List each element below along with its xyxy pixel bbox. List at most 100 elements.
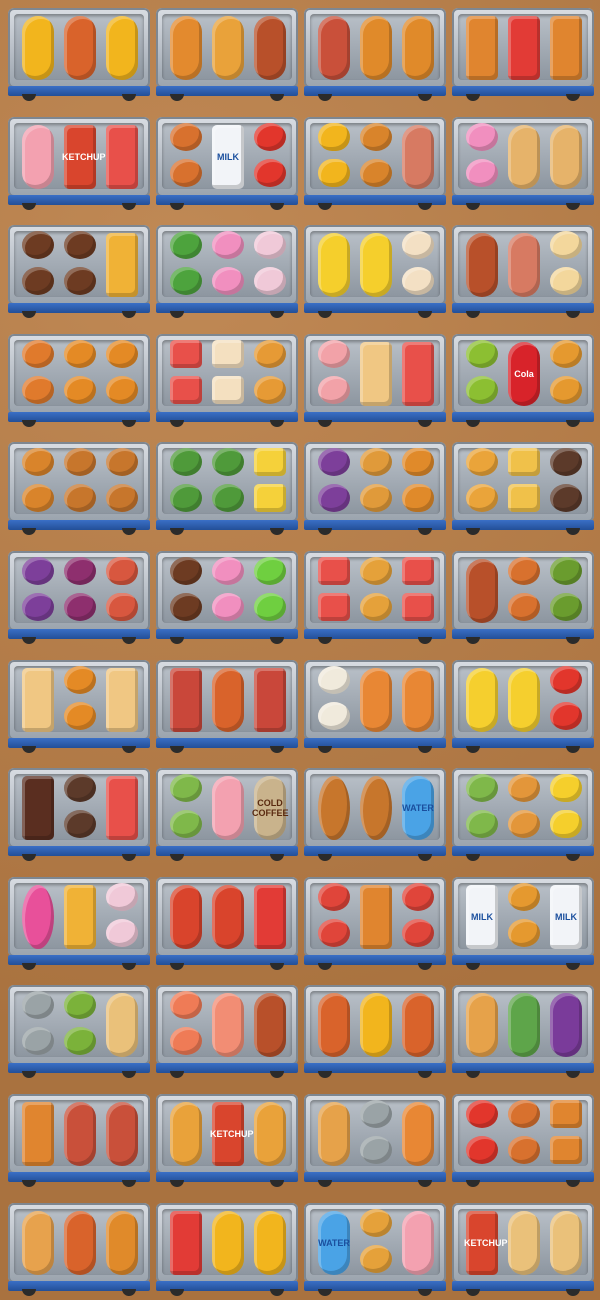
fries-icon[interactable] [358,991,394,1059]
ham-leg-icon[interactable] [400,123,436,191]
tray-slot[interactable] [250,338,290,410]
donut-icon[interactable] [464,121,500,153]
tray[interactable] [452,551,594,644]
tray-slot[interactable] [208,772,248,844]
tray-slot[interactable] [314,989,354,1061]
avocado-icon[interactable] [548,555,584,587]
grapes-icon[interactable] [20,591,56,623]
tray-slot[interactable] [314,555,354,627]
pizza-slice-icon[interactable] [62,883,98,951]
tray-slot[interactable]: MILK [208,121,248,193]
tray-slot[interactable] [18,1207,58,1279]
tray-slot[interactable] [18,446,58,518]
strawberry-cake-icon[interactable] [210,338,246,370]
oyster-icon[interactable] [20,1025,56,1057]
ice-cream-sundae-icon[interactable] [252,265,288,297]
sausage-icon[interactable] [252,991,288,1059]
tray[interactable] [304,116,446,210]
tray-slot[interactable] [18,121,58,193]
pasta-icon[interactable] [358,1207,394,1239]
broccoli-icon[interactable] [168,482,204,514]
fries-icon[interactable] [210,1209,246,1277]
tray-slot[interactable] [208,881,248,953]
tray-slot[interactable]: KETCHUP [60,121,106,193]
tray[interactable] [156,659,298,753]
tray-slot[interactable] [166,1207,206,1279]
juice-cup-icon[interactable] [400,555,436,587]
tray-slot[interactable] [398,1207,438,1279]
tray[interactable]: COLD COFFEE [156,768,298,862]
blueberry-cake-icon[interactable] [62,229,98,261]
tray-slot[interactable] [166,881,206,953]
tray-slot[interactable] [504,881,544,953]
octopus-icon[interactable] [104,591,140,623]
tray-slot[interactable] [102,229,142,301]
tray[interactable]: MILK MILK [452,876,594,970]
bacon-icon[interactable] [252,666,288,734]
tray-slot[interactable] [462,229,502,301]
tray-slot[interactable] [504,121,544,193]
jam-toast-icon[interactable] [316,917,352,949]
tray-slot[interactable] [166,555,206,627]
tray-slot[interactable] [504,229,544,301]
tray[interactable] [156,876,298,970]
tray[interactable]: WATER [304,1202,446,1296]
tray-slot[interactable] [60,1207,100,1279]
tray[interactable] [304,333,446,427]
tray-slot[interactable] [462,664,502,736]
tray-slot[interactable] [166,446,206,518]
tray-slot[interactable] [504,555,544,627]
donut-icon[interactable] [210,591,246,623]
tray-slot[interactable] [208,989,248,1061]
cookie-icon[interactable] [62,772,98,804]
tray[interactable] [156,8,298,101]
milk-carton-icon[interactable]: MILK [548,883,584,951]
tray-slot[interactable] [166,772,206,844]
tray-slot[interactable] [60,989,100,1061]
tray-slot[interactable] [356,772,396,844]
ham-leg-icon[interactable] [506,231,542,299]
swiss-roll-icon[interactable] [168,772,204,804]
tray-slot[interactable] [462,12,502,84]
tray-slot[interactable] [102,772,142,844]
egg-tart-icon[interactable] [464,446,500,478]
grapes-icon[interactable] [20,555,56,587]
milk-carton-icon[interactable]: MILK [464,883,500,951]
burger-icon[interactable] [104,446,140,478]
tray[interactable] [156,225,298,319]
tray-slot[interactable] [18,989,58,1061]
juice-cup-icon[interactable] [168,374,204,406]
bacon-icon[interactable] [168,666,204,734]
oyster-icon[interactable] [358,1134,394,1166]
fries-icon[interactable] [316,157,352,189]
jelly-icon[interactable] [252,555,288,587]
chicken-drumstick-icon[interactable] [20,446,56,478]
tray-slot[interactable] [504,1098,544,1170]
tray-slot[interactable] [208,555,248,627]
tray-slot[interactable] [166,1098,206,1170]
tray-slot[interactable] [102,1207,142,1279]
corn-icon[interactable] [548,808,584,840]
tray-slot[interactable] [546,229,586,301]
jam-toast-icon[interactable] [400,917,436,949]
tray-slot[interactable]: COLD COFFEE [250,772,290,844]
tray-slot[interactable] [60,338,100,410]
tray-slot[interactable] [102,1098,142,1170]
chicken-wing-icon[interactable] [400,14,436,82]
tray[interactable] [304,1094,446,1187]
pie-icon[interactable] [506,1134,542,1166]
tray[interactable] [8,225,150,319]
squid-icon[interactable] [358,666,394,734]
pie-icon[interactable] [506,1098,542,1130]
fries-icon[interactable] [252,1209,288,1277]
tray[interactable]: Cola [452,333,594,427]
tray-slot[interactable] [356,121,396,193]
tray-slot[interactable] [18,881,58,953]
fries-icon[interactable] [104,14,140,82]
blueberry-cake-icon[interactable] [62,265,98,297]
tray-slot[interactable] [166,229,206,301]
tray[interactable] [304,659,446,753]
squid-icon[interactable] [400,1100,436,1168]
bread-loaf-icon[interactable] [358,883,394,951]
swiss-roll-icon[interactable] [464,772,500,804]
